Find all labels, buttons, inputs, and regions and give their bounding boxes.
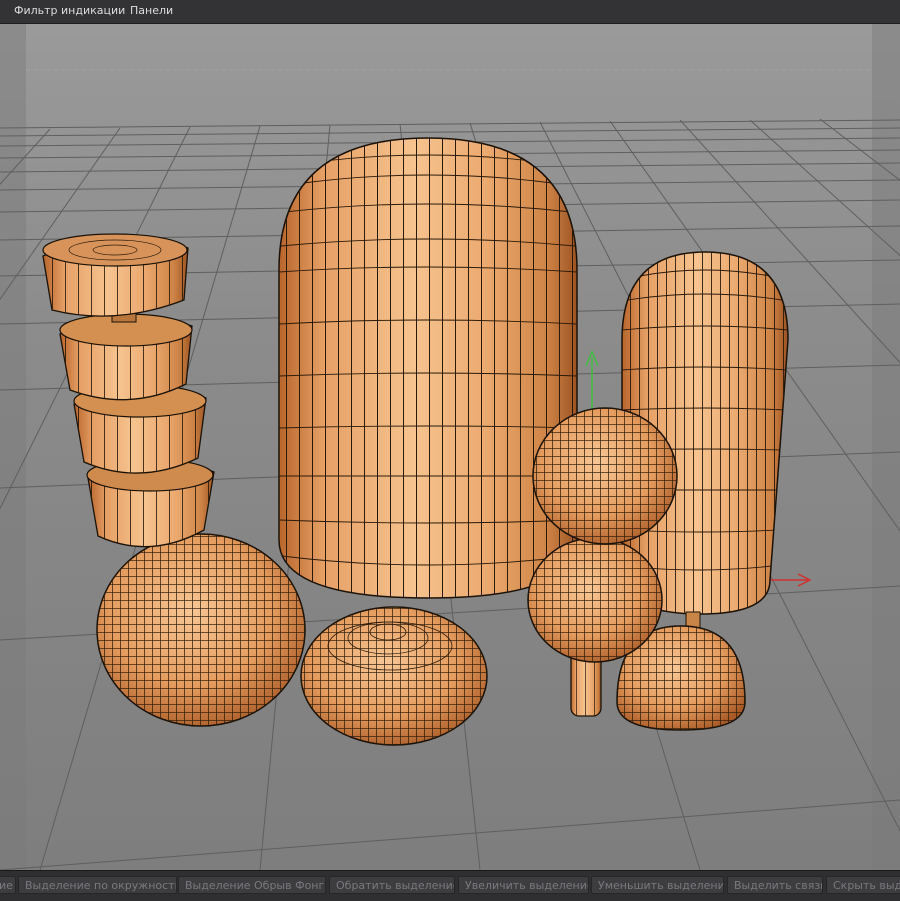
menu-bar: Фильтр индикации Панели xyxy=(0,0,900,24)
toolbar-button-hide-selected[interactable]: Скрыть выде xyxy=(826,876,900,894)
toolbar-button-grow-selection[interactable]: Увеличить выделение xyxy=(458,876,589,894)
toolbar-button-select-connected[interactable]: Выделить связь xyxy=(727,876,823,894)
menu-item-display-filter[interactable]: Фильтр индикации xyxy=(14,4,125,17)
flat-ellipsoid-object xyxy=(300,606,488,746)
large-sphere-object xyxy=(96,533,306,727)
toolbar-button-phong-break-selection[interactable]: Выделение Обрыв Фонга xyxy=(178,876,326,894)
toolbar-button-selection-partial[interactable]: ие xyxy=(0,876,16,894)
toolbar-button-loop-selection[interactable]: Выделение по окружности xyxy=(18,876,177,894)
toolbar-button-shrink-selection[interactable]: Уменьшить выделение xyxy=(591,876,724,894)
large-dome-object xyxy=(278,137,578,599)
toolbar-button-invert-selection[interactable]: Обратить выделение xyxy=(329,876,455,894)
menu-item-panels[interactable]: Панели xyxy=(130,4,173,17)
3d-viewport[interactable] xyxy=(0,24,900,870)
selection-toolbar: ие Выделение по окружности Выделение Обр… xyxy=(0,870,900,901)
